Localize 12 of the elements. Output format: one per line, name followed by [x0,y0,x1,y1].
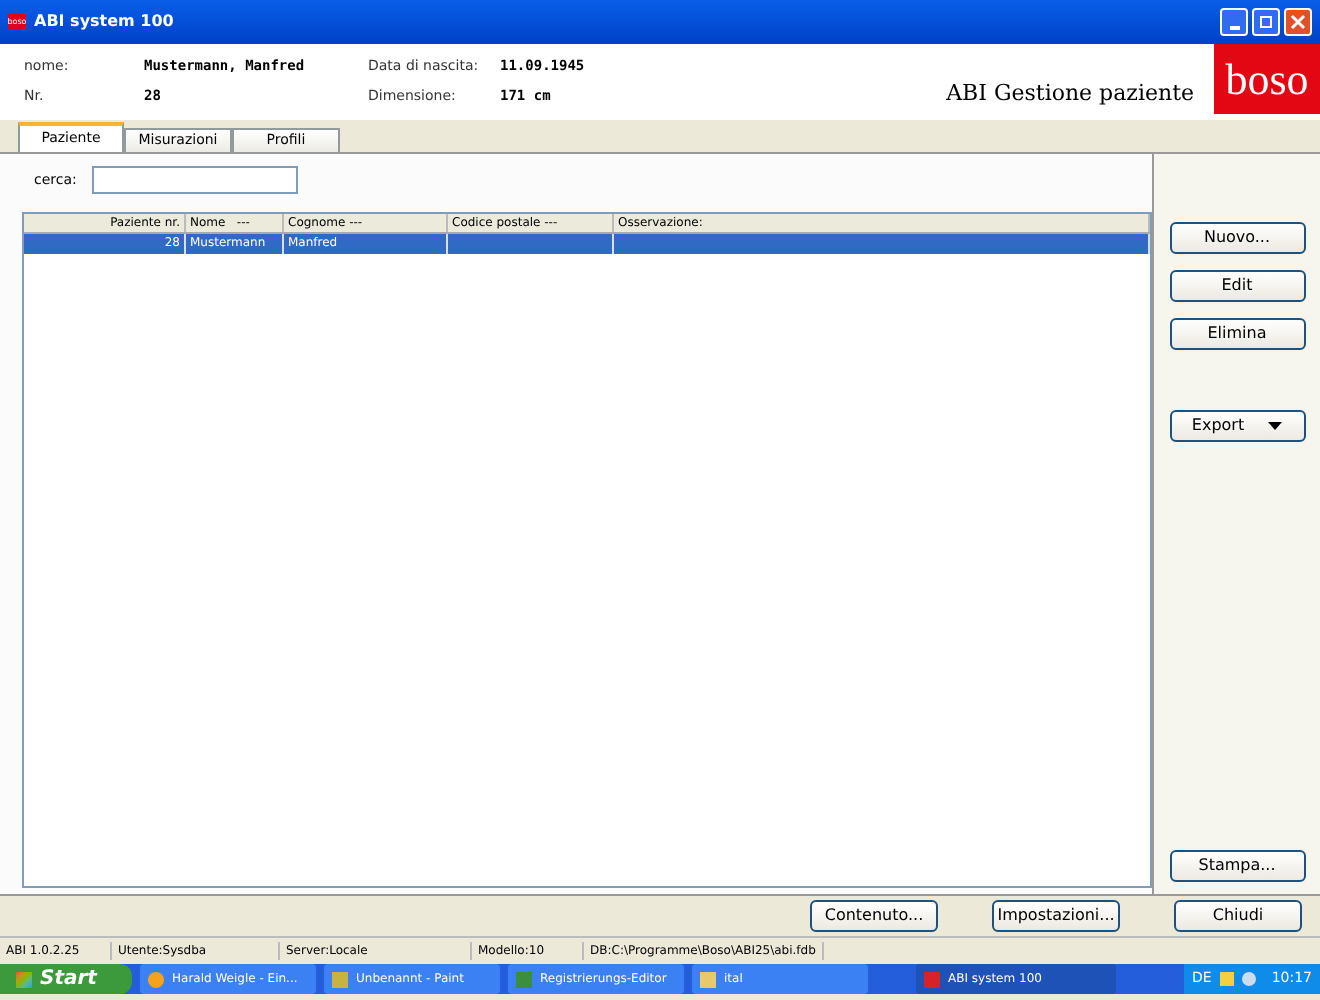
push-button[interactable]: Nuovo... [1169,222,1305,254]
export-dropdown-button[interactable]: Export [1169,410,1305,442]
push-button[interactable]: Stampa... [1169,850,1305,882]
push-button[interactable]: Impostazioni... [992,900,1120,932]
brand-logo: boso [1214,44,1320,114]
start-button[interactable]: Start [0,964,132,994]
push-button[interactable]: Chiudi [1174,900,1302,932]
push-button[interactable]: Elimina [1169,318,1305,350]
push-button[interactable]: Contenuto... [810,900,938,932]
window-title: ABI system 100 [34,10,174,34]
app-name: ABI Gestione paziente [946,78,1194,110]
push-button[interactable]: Edit [1169,270,1305,302]
